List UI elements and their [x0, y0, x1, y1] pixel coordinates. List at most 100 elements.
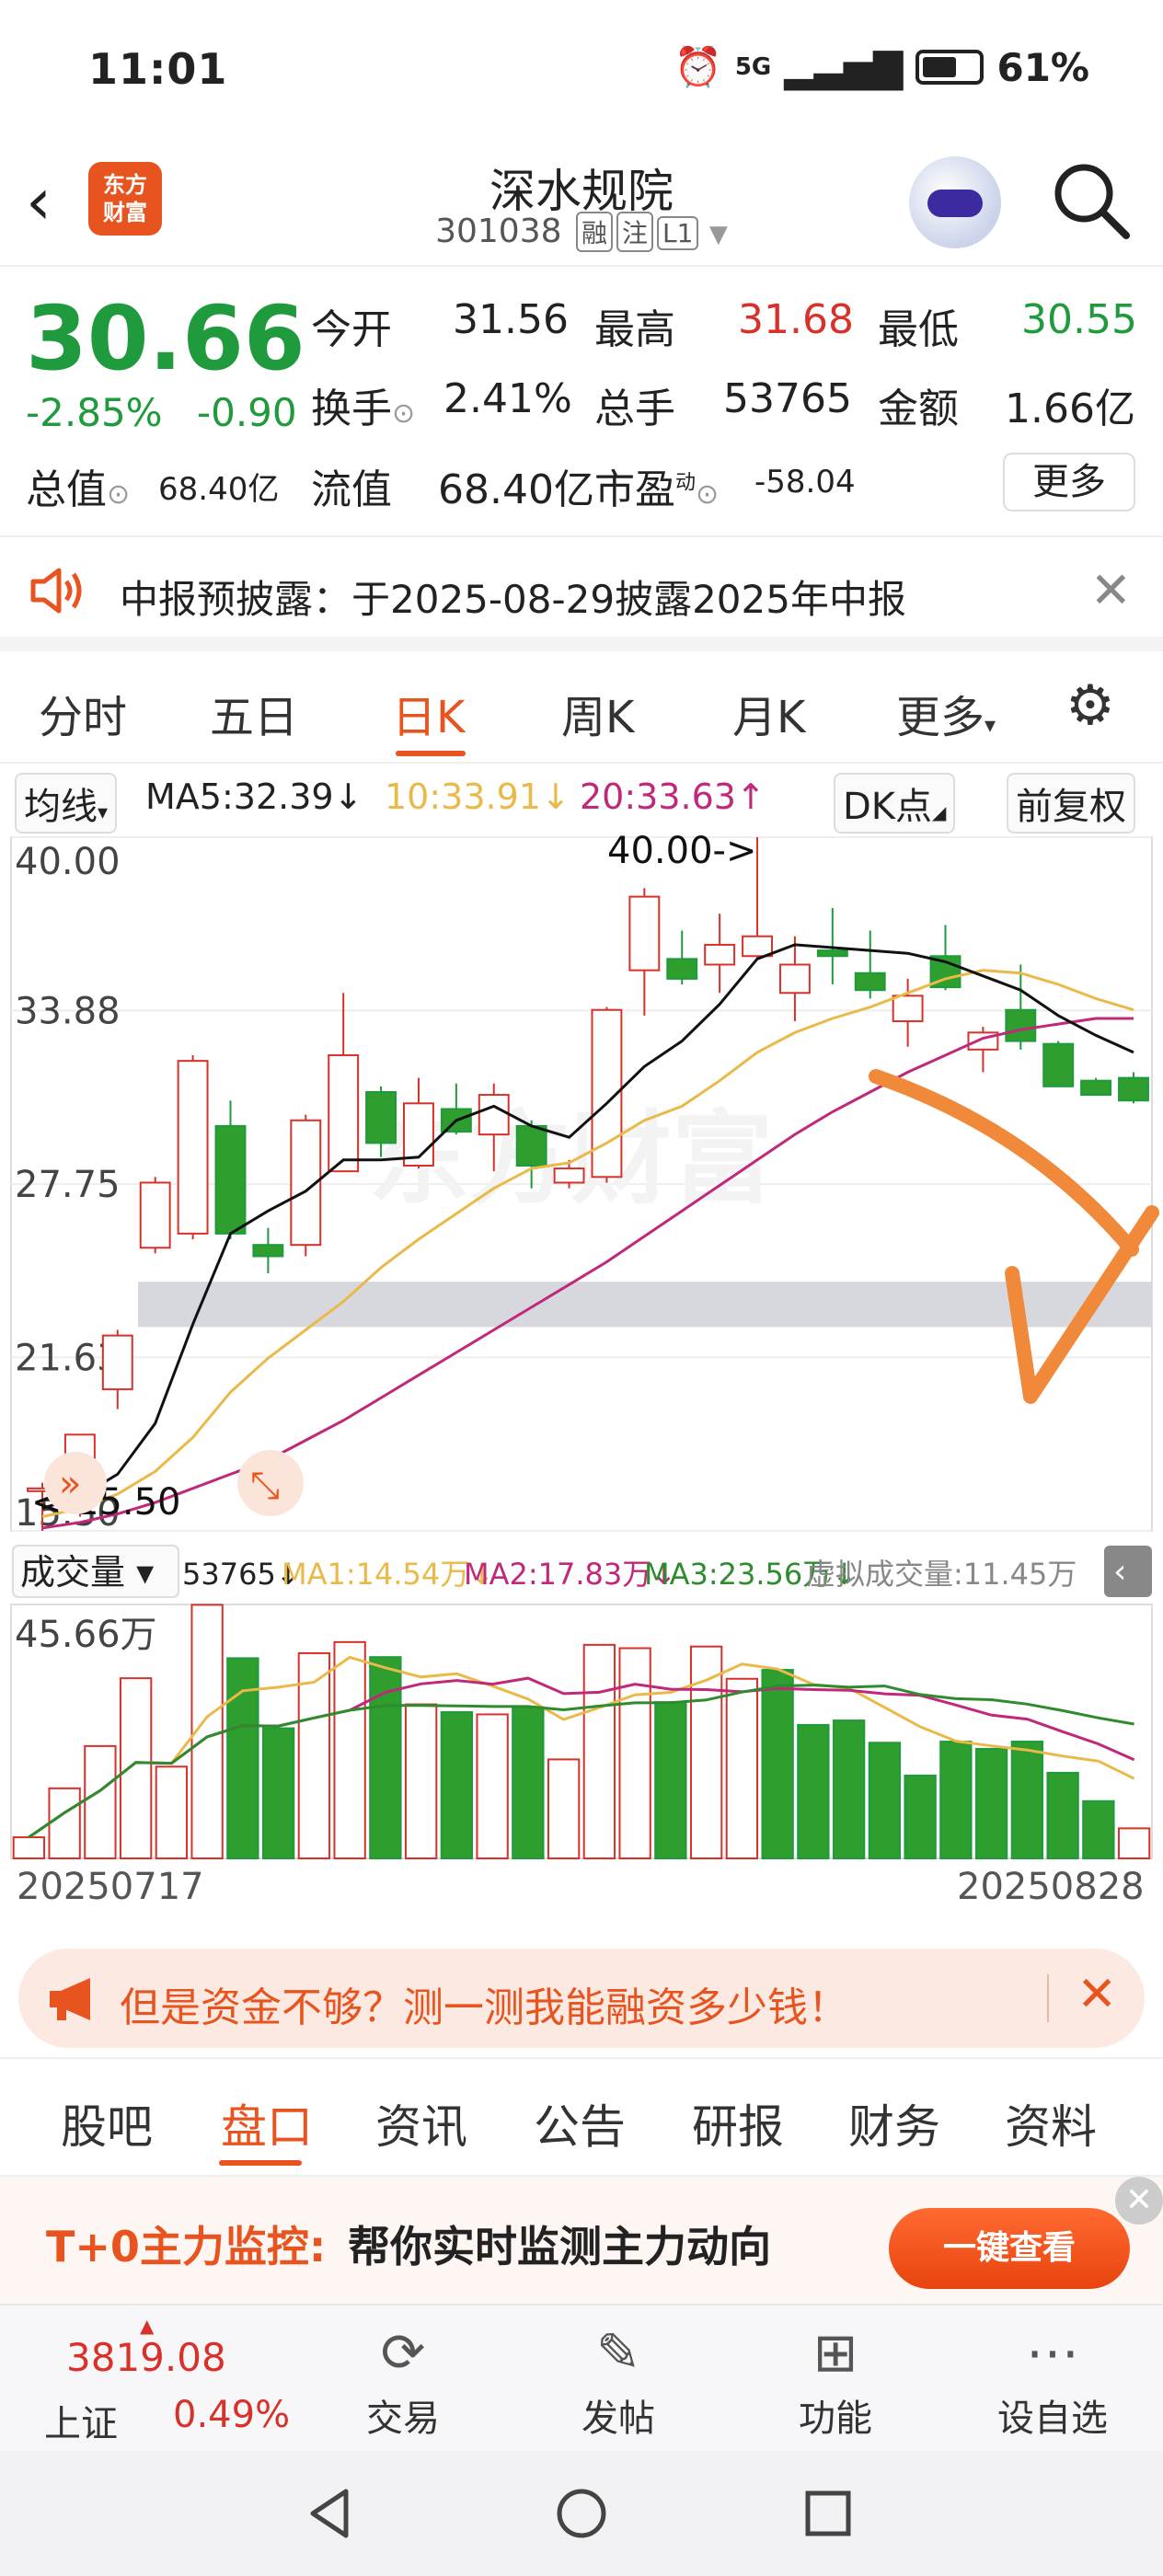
volume-bar [582, 1643, 616, 1859]
adjust-button[interactable]: 前复权 [1007, 773, 1135, 834]
tab-order-book[interactable]: 盘口 [221, 2090, 313, 2156]
tab-research[interactable]: 研报 [692, 2090, 784, 2156]
candle-body [214, 1124, 247, 1235]
info-icon: ⊙ [107, 478, 131, 511]
quote-panel: 30.66 -2.85% -0.90 今开 31.56 最高 31.68 最低 … [0, 269, 1163, 535]
amount-label: 金额 [878, 385, 959, 432]
more-button[interactable]: 更多 [1003, 453, 1135, 512]
speaker-icon [30, 568, 82, 614]
edit-icon: ✎ [595, 2321, 641, 2384]
close-icon[interactable]: ✕ [1115, 2177, 1163, 2225]
tab-news[interactable]: 资讯 [375, 2090, 467, 2156]
volume-label: 总手 [594, 385, 675, 432]
candle-body [515, 1124, 547, 1167]
candle-body [1080, 1079, 1112, 1097]
dk-point-label: DK点 [843, 786, 933, 828]
volume-bar [1117, 1827, 1151, 1859]
float-label: 流值 [311, 466, 392, 513]
registration-tag: 注 [616, 212, 654, 252]
period-tabs: 分时 五日 日K 周K 月K 更多▾ ⚙ [0, 653, 1163, 764]
dk-point-button[interactable]: DK点◢ [834, 773, 956, 834]
high-annotation: 40.00-> [607, 830, 756, 872]
nav-add-watchlist[interactable]: ⋯ 设自选 [961, 2322, 1145, 2442]
turnover-label[interactable]: 换手⊙ [311, 375, 415, 434]
t0-title: T+0主力监控: [46, 2222, 327, 2271]
tab-five-day[interactable]: 五日 [210, 681, 298, 745]
ma-selector[interactable]: 均线▾ [15, 773, 118, 834]
view-now-button[interactable]: 一键查看 [889, 2208, 1130, 2289]
candle-body [478, 1094, 510, 1136]
nav-watch-label: 设自选 [997, 2398, 1108, 2440]
search-icon[interactable] [1049, 158, 1132, 241]
home-circle-icon[interactable] [554, 2486, 609, 2541]
change-row: -2.85% -0.90 [26, 390, 297, 435]
corner-icon: ◢ [932, 801, 947, 823]
high-value: 31.68 [738, 296, 854, 343]
battery-icon [915, 50, 985, 85]
notice-bar[interactable]: 中报预披露：于2025-08-29披露2025年中报 ✕ [0, 535, 1163, 651]
pe-label[interactable]: 市盈动⊙ [594, 456, 719, 515]
candle-body [816, 949, 848, 958]
volume-label: 成交量 ▾ [20, 1552, 154, 1593]
ma-legend-bar: 均线▾ MA5:32.39↓ 10:33.91↓ 20:33.63↑ DK点◢ … [0, 769, 1163, 834]
alarm-icon: ⏰ [674, 44, 722, 89]
detail-tabs: 股吧 盘口 资讯 公告 研报 财务 资料 [0, 2057, 1163, 2177]
tab-intraday[interactable]: 分时 [39, 681, 127, 745]
mktcap-label-text: 总值 [26, 466, 107, 513]
nav-trade[interactable]: ⟳ 交易 [311, 2322, 495, 2442]
volume-bar [369, 1656, 402, 1859]
y-tick-label: 40.00 [15, 841, 121, 883]
yuan-icon: ⟳ [380, 2321, 426, 2384]
gear-icon[interactable]: ⚙ [1065, 673, 1115, 738]
megaphone-icon [50, 1978, 90, 2020]
promo-close-icon[interactable]: ✕ [1077, 1967, 1117, 2022]
tab-weekly-k[interactable]: 周K [561, 681, 634, 745]
volume-bar [1046, 1771, 1079, 1859]
arrows-expand-icon: ⤡ [250, 1465, 280, 1507]
financing-promo-banner[interactable]: 但是资金不够？测一测我能融资多少钱！ ✕ [18, 1949, 1145, 2048]
stock-code: 301038 [435, 213, 562, 250]
volume-chart[interactable]: 成交量 ▾ 53765↓MA1:14.54万↓MA2:17.83万↓MA3:23.… [0, 1538, 1163, 1906]
tab-announcements[interactable]: 公告 [534, 2090, 626, 2156]
candle-body [666, 958, 698, 980]
volume-bar [1082, 1800, 1115, 1859]
pe-value: -58.04 [754, 464, 856, 500]
tab-forum[interactable]: 股吧 [61, 2090, 153, 2156]
more-dots-icon: ⋯ [1026, 2321, 1079, 2384]
status-bar: 11:01 ⏰ 5G ▂▃▅▇ 61% [0, 0, 1163, 138]
volume-bar [333, 1640, 366, 1859]
candle-body [742, 935, 773, 958]
volume-y-tick: 45.66万 [15, 1614, 157, 1656]
kline-chart[interactable]: 40.0033.8827.7521.6315.50东方财富40.00-><-15… [0, 826, 1163, 1538]
notice-text: 中报预披露：于2025-08-29披露2025年中报 [120, 577, 906, 622]
nav-functions[interactable]: ⊞ 功能 [743, 2322, 927, 2442]
tab-finance[interactable]: 财务 [848, 2090, 940, 2156]
recents-square-icon[interactable] [800, 2486, 856, 2541]
candle-body [252, 1244, 284, 1258]
chevron-double-icon: » [59, 1463, 81, 1505]
low-value: 30.55 [1021, 296, 1137, 343]
nav-post[interactable]: ✎ 发帖 [526, 2322, 710, 2442]
volume-bar [404, 1703, 438, 1859]
volume-bar [440, 1711, 474, 1859]
system-nav-bar [0, 2451, 1163, 2576]
bottom-nav: ▲ 3819.08 上证 0.49% ⟳ 交易 ✎ 发帖 ⊞ 功能 ⋯ 设自选 [0, 2304, 1163, 2451]
tab-more-label: 更多 [896, 692, 985, 743]
tab-monthly-k[interactable]: 月K [732, 681, 805, 745]
candle-body [854, 972, 886, 992]
tab-daily-k[interactable]: 日K [392, 681, 465, 745]
t0-monitor-banner[interactable]: T+0主力监控: 帮你实时监测主力动向 一键查看 ✕ [0, 2177, 1163, 2304]
tab-more[interactable]: 更多▾ [896, 681, 996, 745]
grid-icon: ⊞ [812, 2321, 858, 2384]
volume-bar [119, 1677, 153, 1859]
stock-header: ‹ 东方 财富 深水规院 301038 融注 L1 ▼ [0, 138, 1163, 267]
promo-text: 但是资金不够？测一测我能融资多少钱！ [120, 1984, 848, 2031]
active-tab-indicator [396, 751, 466, 756]
mktcap-label[interactable]: 总值⊙ [26, 456, 130, 515]
back-triangle-icon[interactable] [304, 2486, 359, 2541]
tab-profile[interactable]: 资料 [1005, 2090, 1097, 2156]
level1-tag: L1 [657, 216, 699, 250]
collapse-side-button [1104, 1546, 1152, 1597]
volume-bar [832, 1719, 866, 1859]
notice-close-icon[interactable]: ✕ [1090, 561, 1132, 619]
